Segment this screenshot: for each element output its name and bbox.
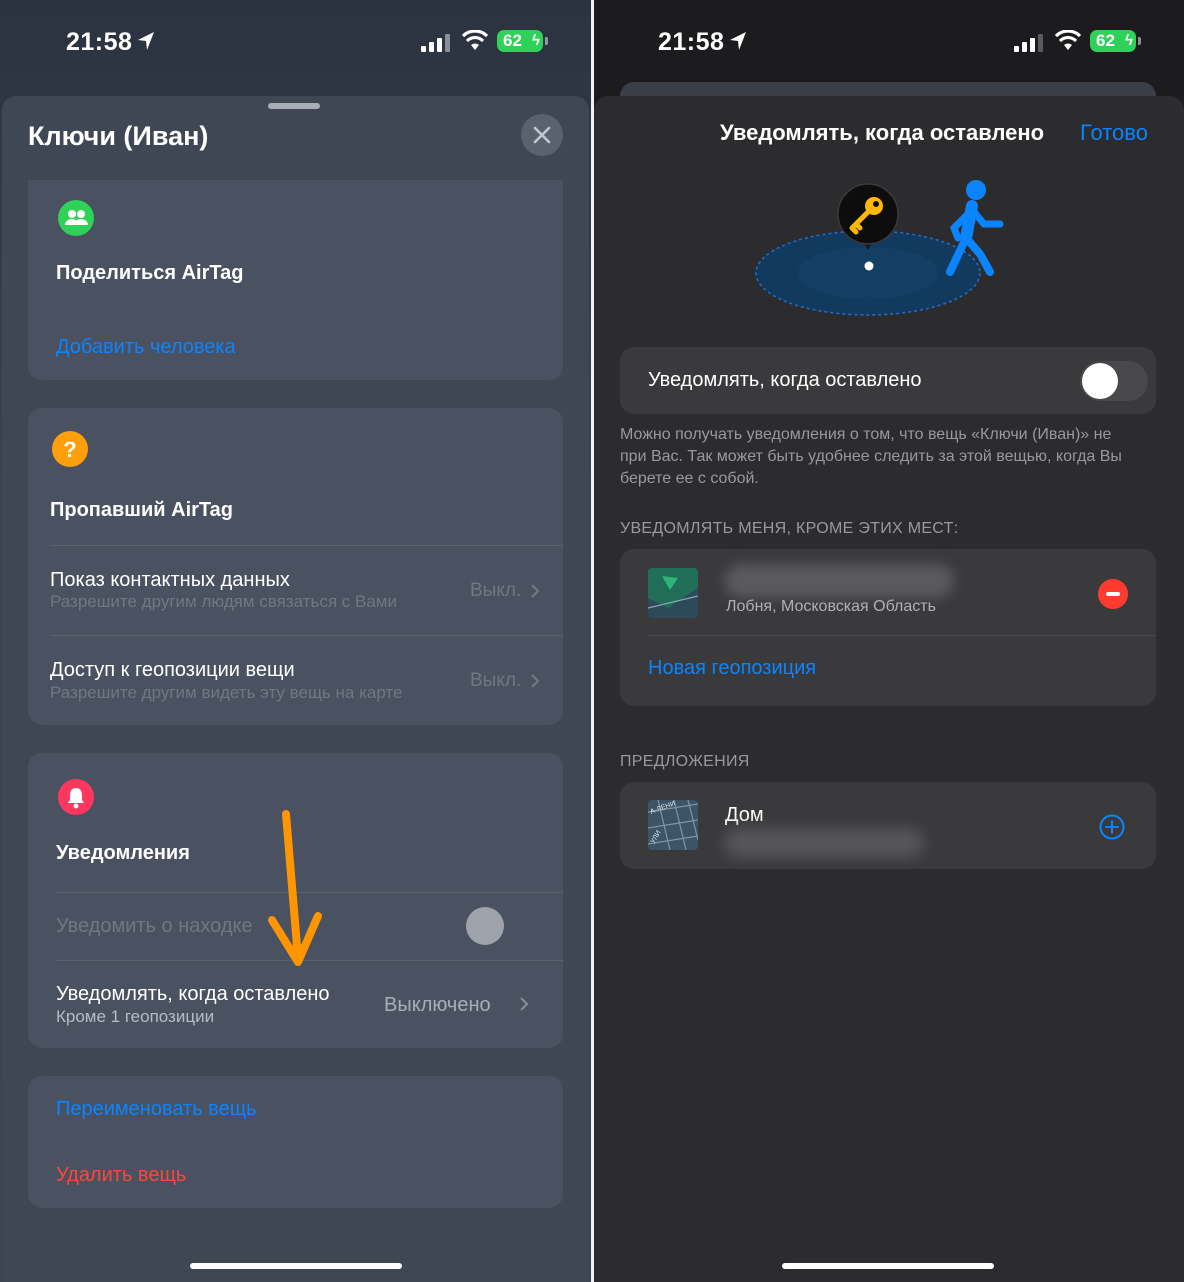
row-subtitle: Кроме 1 геопозиции <box>56 1007 215 1026</box>
status-bar: 21:58 62 ϟ <box>0 24 591 60</box>
share-airtag-title: Поделиться AirTag <box>56 262 244 284</box>
annotation-arrow-icon <box>268 810 322 966</box>
toggle-label: Уведомлять, когда оставлено <box>648 369 922 391</box>
toggle-knob <box>1082 363 1118 399</box>
done-button[interactable]: Готово <box>1080 120 1148 146</box>
left-behind-illustration <box>755 180 1004 316</box>
battery-icon: 62 ϟ <box>497 30 543 52</box>
chevron-right-icon <box>531 674 540 688</box>
row-title: Показ контактных данных <box>50 569 290 591</box>
footnote: Можно получать уведомления о том, что ве… <box>620 426 1122 487</box>
close-button[interactable] <box>521 114 563 156</box>
battery-tip <box>1138 37 1141 45</box>
lost-airtag-card: ? Пропавший AirTag Показ контактных данн… <box>28 408 563 725</box>
wifi-icon <box>461 30 489 50</box>
left-behind-toggle[interactable] <box>1080 361 1148 401</box>
row-value: Выключено <box>384 994 491 1016</box>
lost-airtag-title: Пропавший AirTag <box>50 499 233 521</box>
status-time: 21:58 <box>658 28 725 56</box>
row-subtitle: Разрешите другим видеть эту вещь на карт… <box>50 683 403 702</box>
page-title: Ключи (Иван) <box>28 121 209 151</box>
row-value: Выкл. <box>470 670 522 691</box>
status-bar: 21:58 62 ϟ <box>594 24 1184 60</box>
home-indicator[interactable] <box>782 1263 994 1269</box>
suggestion-name: Дом <box>725 804 764 826</box>
plus-icon[interactable] <box>1099 814 1125 840</box>
battery-level: 62 <box>503 31 522 50</box>
signal-icon <box>1014 34 1043 52</box>
chevron-right-icon <box>531 584 540 598</box>
blurred-address <box>724 828 924 858</box>
rename-item-link[interactable]: Переименовать вещь <box>56 1098 257 1121</box>
location-arrow-icon <box>138 32 154 50</box>
bell-icon <box>58 779 94 815</box>
home-map-thumbnail: А-ЛЕНИ УЛИ <box>648 800 698 850</box>
divider <box>50 545 563 546</box>
blurred-address <box>724 564 954 598</box>
close-icon <box>533 126 551 144</box>
row-subtitle: Разрешите другим людям связаться с Вами <box>50 592 397 611</box>
right-screen: 21:58 62 ϟ Уведомлять, когда оставлено Го… <box>594 0 1184 1282</box>
left-screen: 21:58 62 ϟ Ключи (Иван) Поделиться AirTag… <box>0 0 591 1282</box>
location-arrow-icon <box>730 32 746 50</box>
actions-card: Переименовать вещь Удалить вещь <box>28 1076 563 1208</box>
status-time: 21:58 <box>66 28 133 56</box>
new-location-link[interactable]: Новая геопозиция <box>648 657 816 680</box>
location-subtitle: Лобня, Московская Область <box>726 598 936 615</box>
notify-found-toggle <box>466 907 504 945</box>
battery-tip <box>545 37 548 45</box>
walking-person-icon <box>946 180 1004 276</box>
divider <box>648 635 1156 636</box>
battery-icon: 62 ϟ <box>1090 30 1136 52</box>
svg-text:?: ? <box>63 437 76 462</box>
row-title: Уведомлять, когда оставлено <box>56 983 330 1005</box>
delete-item-link[interactable]: Удалить вещь <box>56 1164 186 1187</box>
signal-icon <box>421 34 450 52</box>
remove-location-button[interactable] <box>1098 579 1128 609</box>
add-person-link[interactable]: Добавить человека <box>56 336 236 359</box>
battery-level: 62 <box>1096 31 1115 50</box>
except-places-header: УВЕДОМЛЯТЬ МЕНЯ, КРОМЕ ЭТИХ МЕСТ: <box>620 520 959 537</box>
row-title: Доступ к геопозиции вещи <box>50 659 295 681</box>
question-icon: ? <box>52 431 88 467</box>
location-map-thumbnail <box>648 568 698 618</box>
wifi-icon <box>1054 30 1082 50</box>
home-indicator[interactable] <box>190 1263 402 1269</box>
suggestions-header: ПРЕДЛОЖЕНИЯ <box>620 753 750 770</box>
row-value: Выкл. <box>470 580 522 601</box>
notifications-title: Уведомления <box>56 842 190 864</box>
sheet-grabber[interactable] <box>268 103 320 109</box>
divider <box>50 635 563 636</box>
left-behind-toggle-row: Уведомлять, когда оставлено <box>620 347 1156 414</box>
chevron-right-icon <box>520 997 529 1011</box>
people-icon <box>58 200 94 236</box>
notify-found-label: Уведомить о находке <box>56 915 253 937</box>
sheet-title: Уведомлять, когда оставлено <box>720 120 1045 145</box>
share-card: Поделиться AirTag Добавить человека <box>28 180 563 380</box>
